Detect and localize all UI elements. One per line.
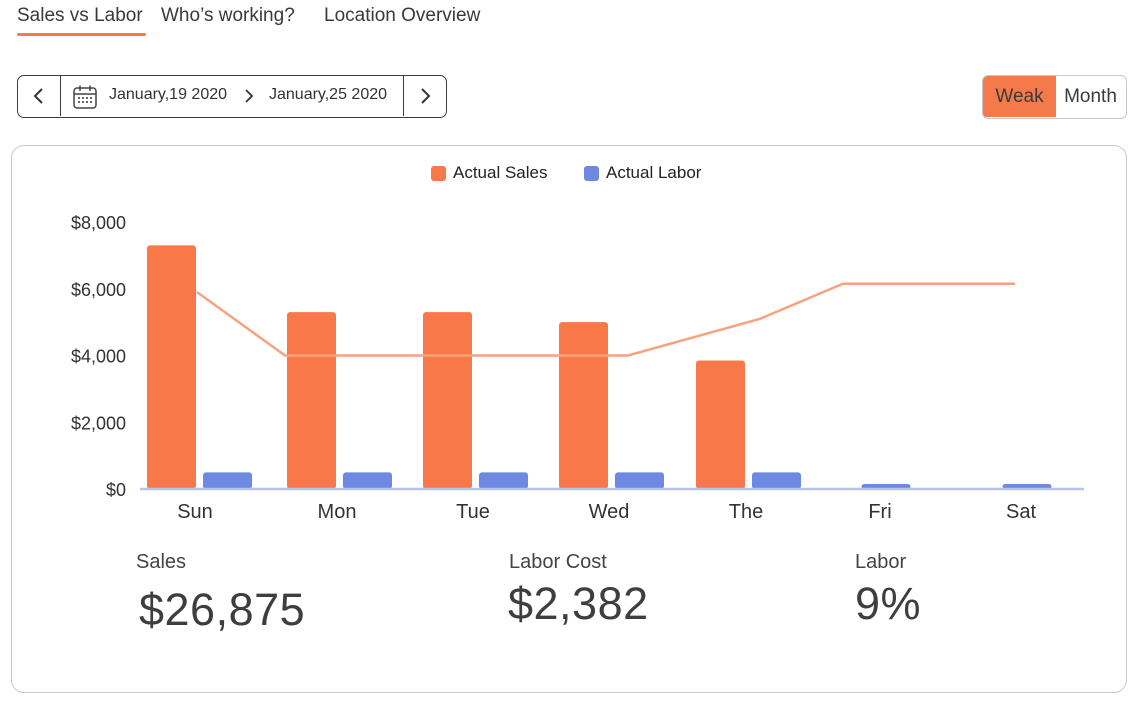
labor-bar (752, 472, 801, 489)
y-tick-label: $6,000 (71, 280, 126, 300)
labor-bar (203, 472, 252, 489)
sales-bar (287, 312, 336, 489)
x-tick-label: Tue (456, 501, 490, 523)
labor-bar (615, 472, 664, 489)
sales-stat-value: $26,875 (139, 584, 306, 635)
y-tick-label: $4,000 (71, 347, 126, 367)
x-tick-label: Mon (318, 501, 357, 523)
sales-stat-label: Sales (136, 551, 187, 573)
x-tick-label: The (729, 501, 763, 523)
labor-bar (479, 472, 528, 489)
x-tick-label: Wed (589, 501, 630, 523)
sales-bar (559, 322, 608, 489)
labor-bar (343, 472, 392, 489)
x-tick-label: Sat (1006, 501, 1036, 523)
sales-bar (696, 360, 745, 489)
labor-percent-stat-label: Labor (855, 551, 907, 573)
sales-bar (147, 245, 196, 489)
x-tick-label: Sun (177, 501, 213, 523)
x-tick-label: Fri (868, 501, 891, 523)
labor-cost-stat-value: $2,382 (508, 578, 649, 629)
labor-cost-stat-label: Labor Cost (509, 551, 607, 573)
sales-bar (423, 312, 472, 489)
y-tick-label: $2,000 (71, 413, 126, 433)
y-tick-label: $8,000 (71, 213, 126, 233)
labor-percent-stat-value: 9% (855, 578, 922, 629)
y-tick-label: $0 (106, 480, 126, 500)
